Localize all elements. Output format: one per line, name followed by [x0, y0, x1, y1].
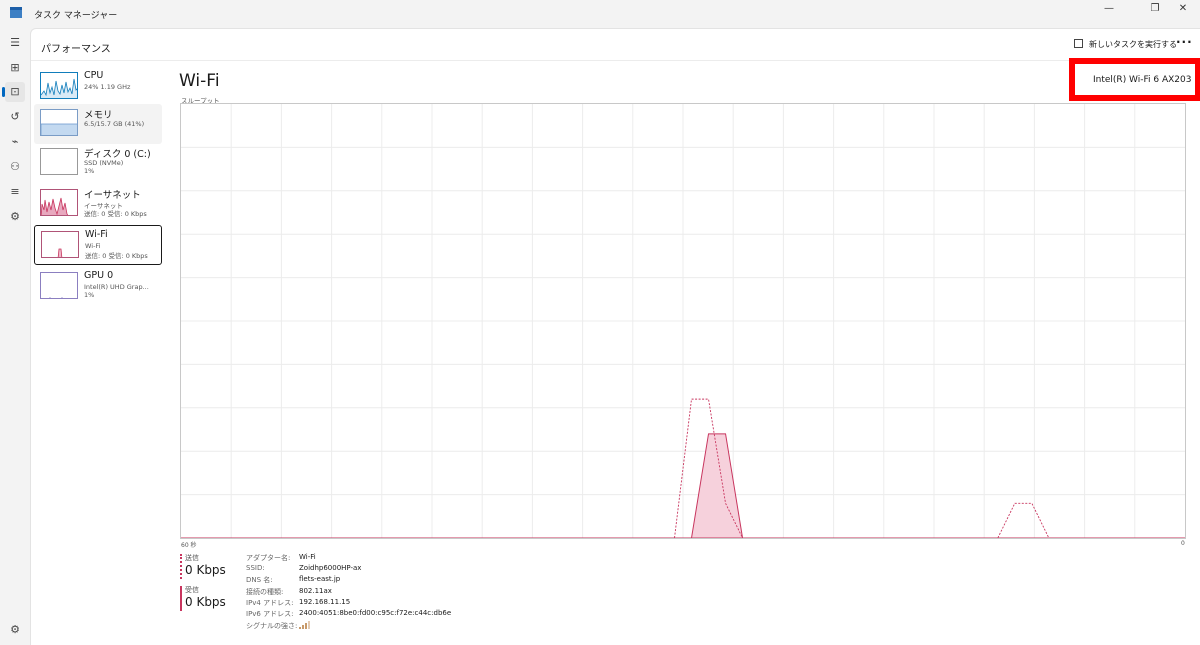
wifi-thumbnail	[41, 231, 79, 258]
device-detail: Intel(R) UHD Grap...	[84, 283, 149, 291]
receive-value: 0 Kbps	[185, 595, 226, 609]
prop-connection-type-key: 接続の種類:	[246, 588, 284, 596]
receive-legend-marker	[180, 586, 182, 611]
send-stat: 送信 0 Kbps	[180, 553, 240, 583]
wifi-thumbnail-graph	[57, 248, 63, 257]
throughput-chart	[181, 104, 1185, 538]
content-pane: パフォーマンス 新しいタスクを実行する ··· CPU 24% 1.19 GHz…	[30, 28, 1200, 645]
prop-ssid-key: SSID:	[246, 564, 265, 572]
cpu-thumbnail-graph	[41, 78, 77, 98]
prop-ipv4-key: IPv4 アドレス:	[246, 599, 294, 607]
receive-label: 受信	[185, 586, 199, 594]
device-detail: Wi-Fi	[85, 242, 101, 250]
device-detail: SSD (NVMe)	[84, 159, 124, 167]
device-name: イーサネット	[84, 190, 141, 201]
device-cpu[interactable]: CPU 24% 1.19 GHz	[34, 67, 162, 107]
prop-dns-key: DNS 名:	[246, 576, 273, 584]
startup-icon[interactable]: ⌁	[5, 132, 25, 152]
section-title: パフォーマンス	[41, 44, 111, 55]
more-options-button[interactable]: ···	[1176, 35, 1193, 49]
title-bar: タスク マネージャー — ❐ ✕	[0, 0, 1200, 28]
prop-ipv6-key: IPv6 アドレス:	[246, 610, 294, 618]
device-name: Wi-Fi	[85, 229, 108, 240]
nav-rail: ☰ ⊞ ⊡ ↺ ⌁ ⚇ ≡ ⚙ ⚙	[0, 28, 30, 645]
send-label: 送信	[185, 554, 199, 562]
gpu-thumbnail-graph	[49, 297, 63, 298]
device-detail: 24% 1.19 GHz	[84, 83, 131, 91]
new-task-icon	[1074, 39, 1083, 48]
task-manager-icon	[10, 7, 22, 18]
settings-icon[interactable]: ⚙	[5, 620, 25, 640]
users-icon[interactable]: ⚇	[5, 157, 25, 177]
device-wifi[interactable]: Wi-Fi Wi-Fi 送信: 0 受信: 0 Kbps	[34, 225, 162, 265]
device-throughput: 送信: 0 受信: 0 Kbps	[85, 252, 148, 260]
device-usage: 1%	[84, 291, 95, 299]
memory-thumbnail	[40, 109, 78, 136]
minimize-button[interactable]: —	[1092, 0, 1126, 22]
send-legend-marker	[180, 554, 182, 579]
prop-ipv4-value: 192.168.11.15	[299, 598, 351, 606]
window-title: タスク マネージャー	[34, 11, 118, 21]
device-memory[interactable]: メモリ 6.5/15.7 GB (41%)	[34, 104, 162, 144]
ethernet-thumbnail	[40, 189, 78, 216]
throughput-graph	[180, 103, 1186, 539]
page-title: Wi-Fi	[179, 71, 220, 91]
cpu-thumbnail	[40, 72, 78, 99]
run-new-task-label: 新しいタスクを実行する	[1089, 40, 1177, 49]
close-button[interactable]: ✕	[1166, 0, 1200, 22]
memory-thumbnail-graph	[41, 123, 77, 135]
adapter-name: Intel(R) Wi-Fi 6 AX203	[1093, 75, 1192, 85]
adapter-name-highlight: Intel(R) Wi-Fi 6 AX203	[1069, 58, 1200, 101]
device-disk[interactable]: ディスク 0 (C:) SSD (NVMe) 1%	[34, 143, 162, 183]
prop-signal-key: シグナルの強さ:	[246, 622, 298, 630]
device-throughput: 送信: 0 受信: 0 Kbps	[84, 210, 147, 218]
device-ethernet[interactable]: イーサネット イーサネット 送信: 0 受信: 0 Kbps	[34, 184, 162, 224]
details-icon[interactable]: ≡	[5, 182, 25, 202]
prop-connection-type-value: 802.11ax	[299, 587, 332, 595]
axis-left-label: 60 秒	[181, 542, 197, 549]
device-detail: 6.5/15.7 GB (41%)	[84, 120, 145, 128]
prop-ipv6-value: 2400:4051:8be0:fd00:c95c:f72e:c44c:db6e	[299, 609, 452, 617]
header-divider	[31, 60, 1200, 61]
device-name: ディスク 0 (C:)	[84, 149, 151, 160]
device-usage: 1%	[84, 167, 95, 175]
disk-thumbnail	[40, 148, 78, 175]
run-new-task-button[interactable]: 新しいタスクを実行する	[1074, 37, 1177, 53]
app-history-icon[interactable]: ↺	[5, 107, 25, 127]
send-value: 0 Kbps	[185, 563, 226, 577]
device-name: メモリ	[84, 110, 113, 121]
hamburger-icon[interactable]: ☰	[5, 33, 25, 53]
services-icon[interactable]: ⚙	[5, 207, 25, 227]
device-gpu[interactable]: GPU 0 Intel(R) UHD Grap... 1%	[34, 267, 162, 307]
gpu-thumbnail	[40, 272, 78, 299]
prop-dns-value: flets-east.jp	[299, 575, 341, 583]
processes-icon[interactable]: ⊞	[5, 58, 25, 78]
device-name: GPU 0	[84, 270, 114, 281]
prop-adapter-name-value: Wi-Fi	[299, 553, 316, 561]
device-name: CPU	[84, 70, 104, 81]
receive-stat: 受信 0 Kbps	[180, 585, 240, 615]
prop-ssid-value: Zoidhp6000HP-ax	[299, 564, 362, 572]
prop-adapter-name-key: アダプター名:	[246, 554, 291, 562]
performance-icon[interactable]: ⊡	[2, 82, 25, 102]
axis-right-label: 0	[1181, 540, 1185, 547]
ethernet-thumbnail-graph	[41, 197, 69, 215]
signal-strength-icon	[299, 621, 310, 629]
